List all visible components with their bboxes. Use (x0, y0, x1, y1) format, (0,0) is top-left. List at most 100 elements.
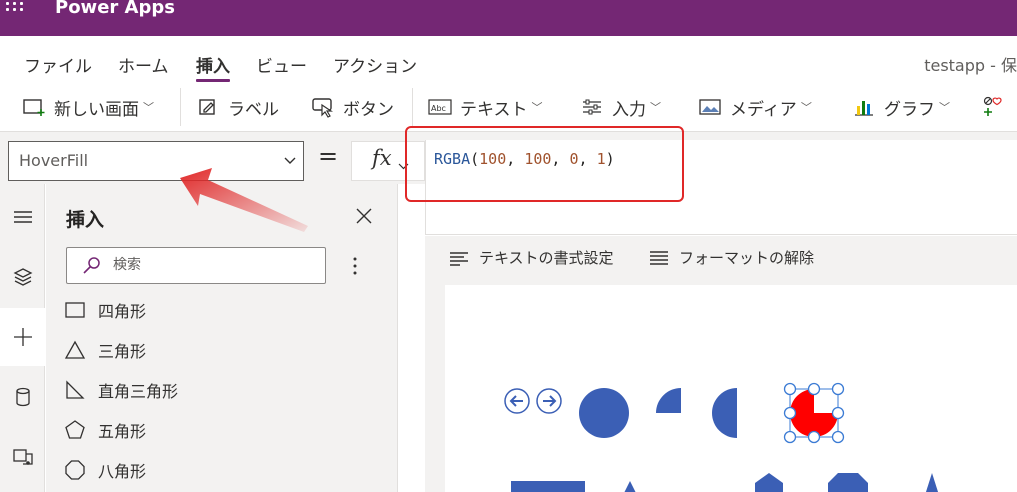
half-circle-shape[interactable] (712, 388, 737, 438)
search-input[interactable] (113, 256, 313, 272)
fx-icon: fx (372, 146, 392, 170)
property-value: HoverFill (19, 151, 89, 170)
new-screen-icon (22, 96, 46, 118)
pentagon-shape[interactable] (755, 473, 783, 492)
list-item-rectangle[interactable]: 四角形 (64, 295, 146, 325)
octagon-shape[interactable] (828, 473, 868, 492)
data-button[interactable] (0, 368, 45, 426)
screen-shapes (504, 382, 939, 492)
hamburger-icon (13, 211, 32, 223)
clear-format-button[interactable]: フォーマットの解除 (649, 247, 814, 268)
selected-pie-shape[interactable] (789, 388, 839, 438)
text-format-icon (449, 249, 471, 267)
chart-label: グラフ (884, 99, 935, 120)
close-icon[interactable] (354, 206, 374, 226)
tab-action[interactable]: アクション (333, 52, 417, 77)
tab-home[interactable]: ホーム (118, 52, 169, 77)
sliders-icon (580, 96, 604, 118)
clear-format-icon (649, 249, 671, 267)
list-item-pentagon[interactable]: 五角形 (64, 415, 146, 445)
chevron-down-icon: ﹀ (939, 101, 950, 114)
button-text: ボタン (343, 99, 394, 120)
more-vertical-icon[interactable] (351, 255, 359, 277)
triangle-icon (64, 339, 86, 361)
label-icon (196, 96, 220, 118)
chevron-down-icon: ﹀ (800, 101, 812, 114)
media-label: メディア (730, 99, 797, 120)
waffle-icon[interactable] (6, 2, 26, 18)
search-icon (81, 256, 103, 280)
text-format-button[interactable]: テキストの書式設定 (449, 247, 614, 268)
list-item-octagon[interactable]: 八角形 (64, 455, 146, 485)
document-title: testapp - 保 (924, 56, 1017, 75)
svg-text:Abc: Abc (431, 104, 446, 113)
label-button[interactable]: ラベル (196, 94, 279, 120)
canvas-toolbar: テキストの書式設定 フォーマットの解除 (425, 236, 1017, 282)
quarter-circle-shape[interactable] (656, 388, 681, 413)
left-rail (0, 184, 45, 492)
insert-button[interactable] (0, 308, 45, 366)
chevron-down-icon: ﹀ (650, 101, 661, 114)
octagon-icon (64, 459, 86, 481)
list-item-label: 直角三角形 (98, 382, 179, 401)
insert-pane: 挿入 四角形 三角形 直角三角形 五角形 八角形 (46, 184, 398, 492)
pentagon-icon (64, 419, 86, 441)
list-item-label: 五角形 (98, 422, 147, 441)
chevron-down-icon: ﹀ (531, 101, 543, 114)
list-item-label: 八角形 (98, 462, 147, 481)
tree-view-button[interactable] (0, 188, 45, 246)
icons-button[interactable] (982, 94, 1014, 120)
text-button[interactable]: Abc テキスト ﹀ (428, 94, 543, 120)
equals-sign: = (318, 142, 339, 170)
label-text: ラベル (228, 99, 279, 120)
triangle-shape[interactable] (925, 473, 939, 492)
chevron-down-icon: ﹀ (143, 101, 154, 114)
list-item-label: 四角形 (98, 302, 147, 321)
triangle-shape[interactable] (623, 481, 637, 492)
input-button[interactable]: 入力 ﹀ (580, 94, 661, 120)
text-input-icon: Abc (428, 96, 452, 118)
new-screen-button[interactable]: 新しい画面 ﹀ (22, 94, 154, 120)
arrow-left-icon[interactable] (504, 388, 530, 414)
icons-icon (982, 96, 1006, 118)
top-app-bar: Power Apps (0, 0, 1017, 36)
app-screen[interactable] (445, 285, 1017, 492)
tab-view[interactable]: ビュー (256, 52, 307, 77)
layers-icon (13, 268, 32, 286)
menu-bar: ファイル ホーム 挿入 ビュー アクション testapp - 保 (0, 36, 1017, 82)
layers-button[interactable] (0, 248, 45, 306)
rectangle-icon (64, 299, 86, 321)
chevron-down-icon (283, 152, 297, 171)
search-box[interactable] (66, 247, 326, 284)
right-triangle-icon (64, 379, 86, 401)
database-icon (15, 387, 30, 407)
list-item-label: 三角形 (98, 342, 147, 361)
new-screen-label: 新しい画面 (54, 99, 139, 120)
input-label: 入力 (612, 99, 646, 120)
list-item-triangle[interactable]: 三角形 (64, 335, 146, 365)
ribbon-divider (412, 88, 413, 126)
tab-file[interactable]: ファイル (24, 52, 92, 77)
button-icon (311, 96, 335, 118)
list-item-right-triangle[interactable]: 直角三角形 (64, 375, 178, 405)
property-select[interactable]: HoverFill (8, 141, 304, 181)
text-label: テキスト (460, 99, 528, 120)
chart-button[interactable]: グラフ ﹀ (852, 94, 950, 120)
ribbon: 新しい画面 ﹀ ラベル ボタン Abc テキスト ﹀ 入力 ﹀ メディア ﹀ グ… (0, 82, 1017, 132)
plus-icon (13, 328, 32, 346)
rectangle-shape[interactable] (511, 481, 585, 492)
arrow-right-icon[interactable] (536, 388, 562, 414)
formula-highlight-box (405, 126, 684, 202)
media-icon (12, 449, 33, 465)
tab-insert[interactable]: 挿入 (196, 52, 230, 82)
ribbon-divider (180, 88, 181, 126)
app-title: Power Apps (55, 0, 175, 18)
pane-title: 挿入 (66, 209, 105, 231)
button-button[interactable]: ボタン (311, 94, 394, 120)
text-format-label: テキストの書式設定 (479, 249, 614, 267)
circle-shape[interactable] (579, 388, 629, 438)
bar-chart-icon (852, 96, 876, 118)
media-pane-button[interactable] (0, 428, 45, 486)
media-button[interactable]: メディア ﹀ (698, 94, 812, 120)
image-icon (698, 96, 722, 118)
